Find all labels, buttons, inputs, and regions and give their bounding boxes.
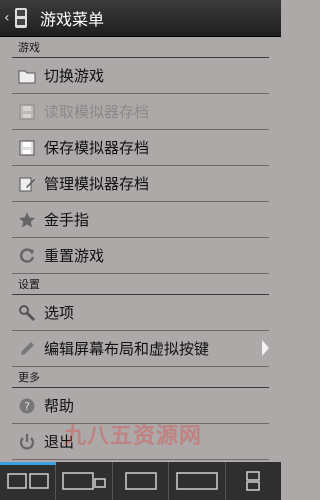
- svg-text:?: ?: [24, 400, 30, 413]
- power-icon: [19, 433, 35, 449]
- floppy-disk-icon: [19, 104, 35, 119]
- menu-item-label: 编辑屏幕布局和虚拟按键: [44, 340, 210, 358]
- menu-item-load-state[interactable]: 读取模拟器存档: [12, 94, 269, 130]
- layout-stacked-icon[interactable]: [226, 462, 281, 500]
- layout-main-small-icon[interactable]: [56, 462, 113, 500]
- menu-item-label: 管理模拟器存档: [44, 175, 150, 193]
- menu-item-reset-game[interactable]: 重置游戏: [12, 238, 269, 274]
- section-header-settings: 设置: [12, 274, 269, 295]
- help-icon: ?: [19, 398, 35, 413]
- title-bar: ‹ 游戏菜单: [0, 0, 281, 37]
- menu-item-options[interactable]: 选项: [12, 295, 269, 331]
- star-icon: [19, 211, 35, 227]
- menu-item-save-state[interactable]: 保存模拟器存档: [12, 130, 269, 166]
- edit-doc-icon: [19, 177, 35, 191]
- page-title: 游戏菜单: [40, 10, 105, 29]
- menu-item-label: 读取模拟器存档: [44, 103, 150, 121]
- layout-wide-icon[interactable]: [169, 462, 226, 500]
- section-header-more: 更多: [12, 367, 269, 388]
- game-app-icon[interactable]: [14, 7, 28, 29]
- layout-two-screen-icon[interactable]: [0, 462, 57, 500]
- wrench-icon: [19, 304, 36, 321]
- floppy-disk-icon: [19, 140, 35, 155]
- layout-single-icon[interactable]: [113, 462, 170, 500]
- menu-item-label: 切换游戏: [44, 67, 105, 85]
- menu-item-label: 保存模拟器存档: [44, 139, 150, 157]
- menu-item-edit-layout[interactable]: 编辑屏幕布局和虚拟按键: [12, 331, 269, 367]
- section-header-game: 游戏: [12, 37, 269, 58]
- menu-item-cheats[interactable]: 金手指: [12, 202, 269, 238]
- menu-item-label: 帮助: [44, 397, 75, 415]
- menu-item-label: 重置游戏: [44, 247, 105, 265]
- refresh-icon: [19, 247, 35, 263]
- menu-list: 游戏 切换游戏 读取模拟器存档 保存模拟器存档 管理模拟器存档 金手指 重置游戏…: [0, 37, 281, 460]
- menu-item-label: 金手指: [44, 211, 90, 229]
- chevron-left-icon[interactable]: ‹: [4, 10, 12, 26]
- pencil-icon: [21, 341, 34, 355]
- menu-item-manage-state[interactable]: 管理模拟器存档: [12, 166, 269, 202]
- layout-toolbar: [0, 462, 281, 500]
- submenu-arrow-icon: [262, 340, 269, 356]
- watermark: 九八五资源网: [64, 424, 203, 449]
- menu-item-switch-game[interactable]: 切换游戏: [12, 58, 269, 94]
- active-tab-indicator: [0, 462, 56, 465]
- menu-item-label: 选项: [44, 304, 75, 322]
- folder-icon: [18, 70, 36, 83]
